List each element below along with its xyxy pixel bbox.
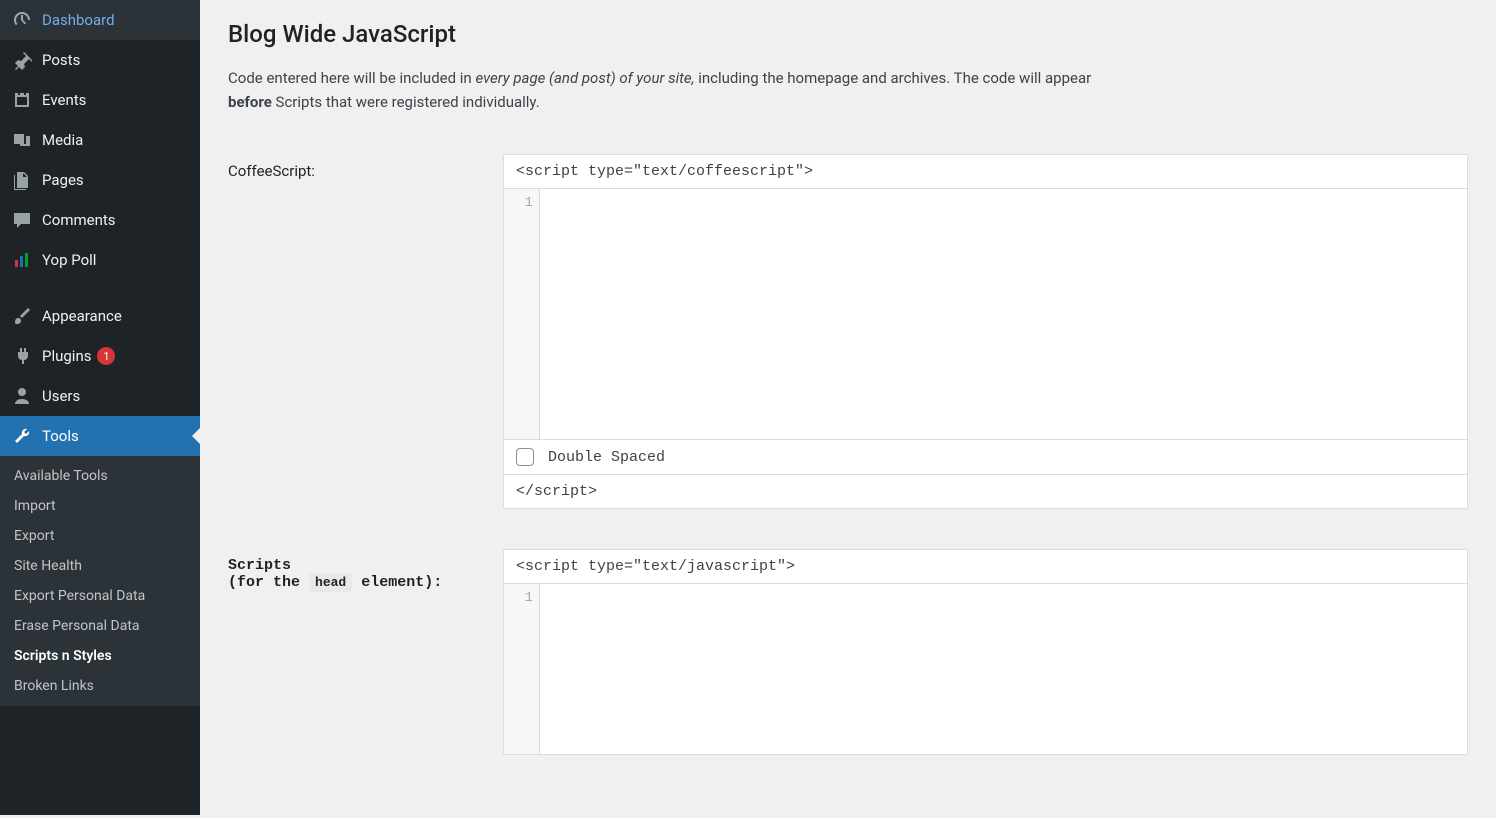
main-content: Blog Wide JavaScript Code entered here w… (200, 0, 1496, 815)
scripts-row: Scripts (for the head element): <script … (228, 549, 1468, 755)
coffeescript-label: CoffeeScript: (228, 154, 503, 180)
submenu-item-export[interactable]: Export (0, 521, 200, 551)
page-title: Blog Wide JavaScript (228, 20, 1468, 48)
scripts-editor-box: <script type="text/javascript"> 1 (503, 549, 1468, 755)
sidebar-item-posts[interactable]: Posts (0, 40, 200, 80)
plug-icon (12, 346, 32, 366)
line-gutter: 1 (504, 584, 540, 754)
sidebar-item-label: Dashboard (42, 11, 115, 29)
sidebar-item-comments[interactable]: Comments (0, 200, 200, 240)
sidebar-item-label: Yop Poll (42, 251, 96, 269)
double-spaced-label: Double Spaced (548, 449, 665, 466)
comment-icon (12, 210, 32, 230)
coffeescript-row: CoffeeScript: <script type="text/coffees… (228, 154, 1468, 509)
pin-icon (12, 50, 32, 70)
sidebar-item-events[interactable]: Events (0, 80, 200, 120)
submenu-item-export-personal-data[interactable]: Export Personal Data (0, 581, 200, 611)
submenu-item-scripts-n-styles[interactable]: Scripts n Styles (0, 641, 200, 671)
sidebar-item-label: Plugins (42, 347, 91, 365)
bars-icon (12, 250, 32, 270)
submenu-item-available-tools[interactable]: Available Tools (0, 461, 200, 491)
submenu-item-broken-links[interactable]: Broken Links (0, 671, 200, 701)
sidebar-item-label: Events (42, 91, 86, 109)
coffeescript-editor[interactable] (540, 189, 1467, 439)
coffeescript-open-tag: <script type="text/coffeescript"> (504, 155, 1467, 189)
admin-sidebar: Dashboard Posts Events Media Pages Comments Yo… (0, 0, 200, 815)
sidebar-item-media[interactable]: Media (0, 120, 200, 160)
coffeescript-field: <script type="text/coffeescript"> 1 Doub… (503, 154, 1468, 509)
sidebar-item-pages[interactable]: Pages (0, 160, 200, 200)
submenu-item-site-health[interactable]: Site Health (0, 551, 200, 581)
double-spaced-checkbox[interactable] (516, 448, 534, 466)
sidebar-item-label: Tools (42, 427, 79, 445)
coffeescript-code-area[interactable]: 1 (504, 189, 1467, 439)
sidebar-item-label: Appearance (42, 307, 122, 325)
sidebar-item-yop-poll[interactable]: Yop Poll (0, 240, 200, 280)
calendar-icon (12, 90, 32, 110)
coffeescript-close-tag: </script> (504, 474, 1467, 508)
dashboard-icon (12, 10, 32, 30)
scripts-label: Scripts (for the head element): (228, 549, 503, 591)
sidebar-item-plugins[interactable]: Plugins 1 (0, 336, 200, 376)
sidebar-item-label: Pages (42, 171, 84, 189)
sidebar-item-users[interactable]: Users (0, 376, 200, 416)
coffeescript-editor-box: <script type="text/coffeescript"> 1 Doub… (503, 154, 1468, 509)
double-spaced-option: Double Spaced (504, 439, 1467, 474)
sidebar-item-label: Users (42, 387, 80, 405)
scripts-field: <script type="text/javascript"> 1 (503, 549, 1468, 755)
sidebar-item-dashboard[interactable]: Dashboard (0, 0, 200, 40)
scripts-editor[interactable] (540, 584, 1467, 754)
update-badge: 1 (97, 347, 115, 365)
submenu-item-import[interactable]: Import (0, 491, 200, 521)
line-gutter: 1 (504, 189, 540, 439)
pages-icon (12, 170, 32, 190)
sidebar-item-label: Comments (42, 211, 116, 229)
wrench-icon (12, 426, 32, 446)
brush-icon (12, 306, 32, 326)
user-icon (12, 386, 32, 406)
media-icon (12, 130, 32, 150)
scripts-open-tag: <script type="text/javascript"> (504, 550, 1467, 584)
sidebar-item-label: Media (42, 131, 83, 149)
submenu-item-erase-personal-data[interactable]: Erase Personal Data (0, 611, 200, 641)
scripts-code-area[interactable]: 1 (504, 584, 1467, 754)
sidebar-item-appearance[interactable]: Appearance (0, 296, 200, 336)
page-description: Code entered here will be included in ev… (228, 66, 1128, 114)
sidebar-item-tools[interactable]: Tools (0, 416, 200, 456)
tools-submenu: Available ToolsImportExportSite HealthEx… (0, 456, 200, 706)
sidebar-item-label: Posts (42, 51, 80, 69)
